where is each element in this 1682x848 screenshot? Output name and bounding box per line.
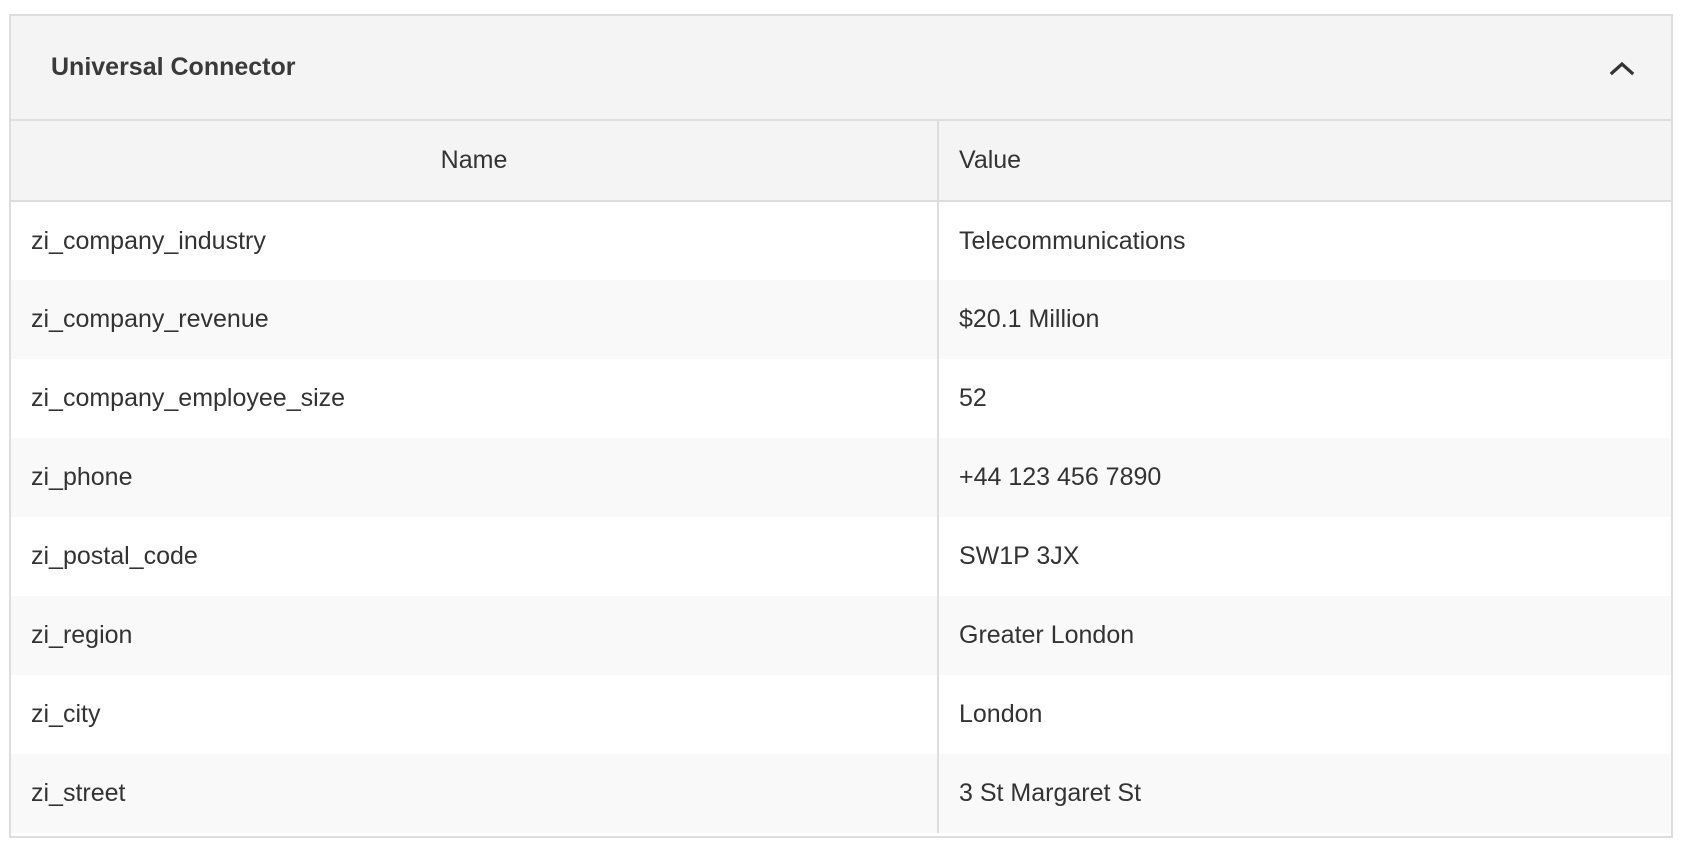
row-name-cell: zi_postal_code bbox=[11, 517, 939, 596]
row-name-cell: zi_phone bbox=[11, 438, 939, 517]
column-header-value: Value bbox=[959, 146, 1022, 174]
column-header-name: Name bbox=[11, 121, 939, 201]
row-value-cell: SW1P 3JX bbox=[959, 542, 1080, 570]
table-row: zi_street 3 St Margaret St bbox=[11, 754, 1671, 833]
row-value-cell: London bbox=[959, 700, 1043, 728]
universal-connector-panel: Universal Connector Name Value zi_compan… bbox=[9, 14, 1673, 838]
table-row: zi_phone +44 123 456 7890 bbox=[11, 438, 1671, 517]
row-name-cell: zi_company_employee_size bbox=[11, 359, 939, 438]
row-name-cell: zi_region bbox=[11, 596, 939, 675]
table-row: zi_region Greater London bbox=[11, 596, 1671, 675]
row-name-cell: zi_company_industry bbox=[11, 201, 939, 280]
table-row: zi_postal_code SW1P 3JX bbox=[11, 517, 1671, 596]
row-name-cell: zi_company_revenue bbox=[11, 280, 939, 359]
panel-header[interactable]: Universal Connector bbox=[11, 16, 1671, 121]
row-value-cell: Telecommunications bbox=[959, 226, 1186, 255]
table-row: zi_company_industry Telecommunications bbox=[11, 201, 1671, 280]
row-value-cell: +44 123 456 7890 bbox=[959, 463, 1162, 491]
table-row: zi_company_employee_size 52 bbox=[11, 359, 1671, 438]
row-value-cell: 52 bbox=[959, 384, 987, 412]
row-name-cell: zi_street bbox=[11, 754, 939, 833]
table-row: zi_city London bbox=[11, 675, 1671, 754]
table-header-row: Name Value bbox=[11, 121, 1671, 201]
row-value-cell: 3 St Margaret St bbox=[959, 779, 1142, 807]
panel-title: Universal Connector bbox=[51, 53, 296, 81]
properties-table: Name Value zi_company_industry Telecommu… bbox=[11, 121, 1671, 833]
row-value-cell: $20.1 Million bbox=[959, 305, 1100, 333]
chevron-up-icon[interactable] bbox=[1605, 51, 1639, 85]
row-name-cell: zi_city bbox=[11, 675, 939, 754]
row-value-cell: Greater London bbox=[959, 621, 1135, 649]
table-row: zi_company_revenue $20.1 Million bbox=[11, 280, 1671, 359]
